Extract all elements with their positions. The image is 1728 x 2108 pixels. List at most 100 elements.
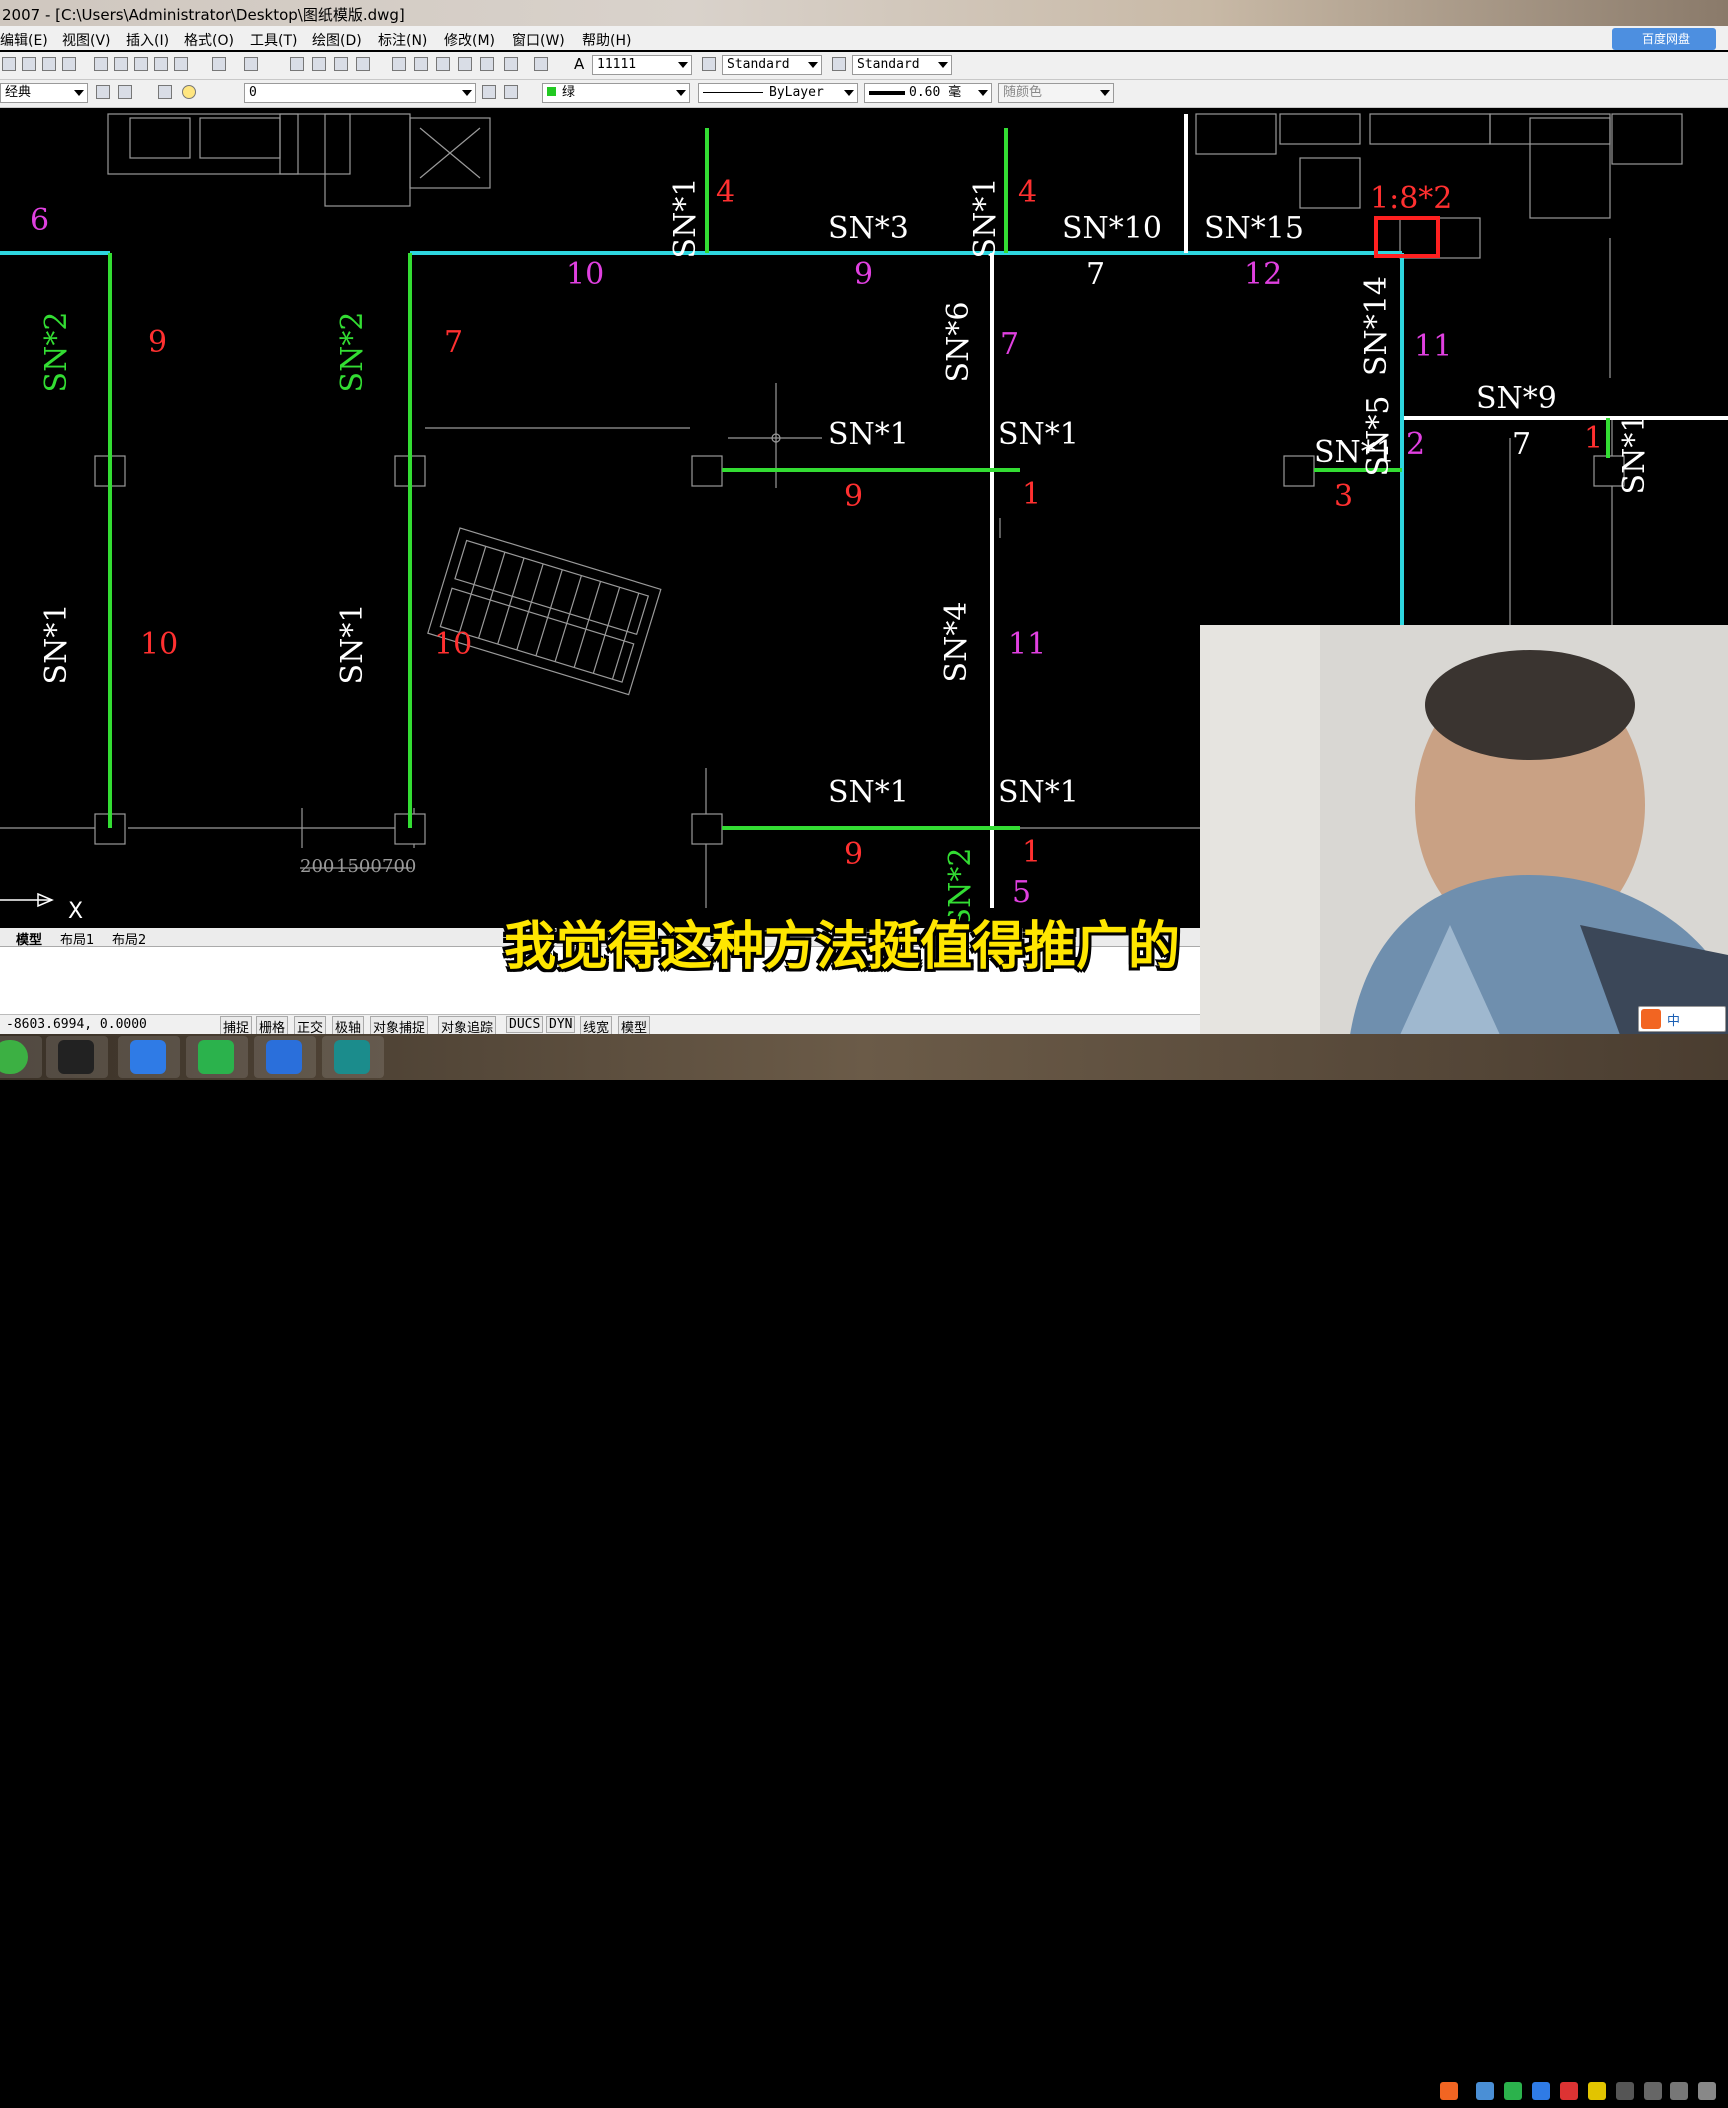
taskbar-app-wps[interactable]: [254, 1036, 316, 1078]
make-current-layer-icon[interactable]: [482, 85, 496, 99]
dim-style-select[interactable]: Standard: [852, 55, 952, 75]
app-tray-icon[interactable]: [1476, 2082, 1494, 2100]
layer-value: 0: [249, 85, 257, 100]
taskbar-app-wechat[interactable]: [186, 1036, 248, 1078]
cad-label: 1: [1584, 421, 1603, 456]
notification-tray-icon[interactable]: [1644, 2082, 1662, 2100]
sogou-icon: [1641, 1009, 1661, 1029]
display-tray-icon[interactable]: [1616, 2082, 1634, 2100]
cad-label: SN*14: [1359, 276, 1394, 376]
redo-icon[interactable]: [244, 57, 258, 71]
save-icon[interactable]: [22, 57, 36, 71]
cloud-badge[interactable]: 百度网盘: [1612, 28, 1716, 50]
text-style-icon: A: [574, 55, 585, 73]
cad-label: 1: [1022, 477, 1041, 512]
wechat-tray-icon[interactable]: [1504, 2082, 1522, 2100]
copy-icon[interactable]: [114, 57, 128, 71]
webcam-overlay: [1200, 625, 1728, 1035]
taskbar-app-camera[interactable]: [46, 1036, 108, 1078]
zoom-realtime-icon[interactable]: [312, 57, 326, 71]
menu-window[interactable]: 窗口(W): [512, 30, 565, 50]
table-style-icon: [832, 57, 846, 71]
calculator-icon[interactable]: [504, 57, 518, 71]
paste-icon[interactable]: [134, 57, 148, 71]
menu-help[interactable]: 帮助(H): [582, 30, 631, 50]
layer-manager-icon[interactable]: [158, 85, 172, 99]
lineweight-swatch: [869, 90, 905, 95]
cad-label: 1500: [336, 856, 382, 877]
dyn-toggle[interactable]: DYN: [546, 1016, 576, 1033]
linetype-swatch: [703, 92, 763, 93]
text-height-select[interactable]: 11111: [592, 55, 692, 75]
menu-draw[interactable]: 绘图(D): [312, 30, 362, 50]
plotstyle-select[interactable]: 随颜色: [998, 83, 1114, 103]
ime-mode-label: 中: [1667, 1014, 1681, 1029]
sheet-set-icon[interactable]: [458, 57, 472, 71]
menu-insert[interactable]: 插入(I): [126, 30, 169, 50]
network-icon[interactable]: [1670, 2082, 1688, 2100]
cad-label: SN*4: [939, 602, 974, 683]
menu-tools[interactable]: 工具(T): [250, 30, 297, 50]
sogou-tray-icon[interactable]: [1440, 2082, 1458, 2100]
cad-label: 2: [1406, 427, 1425, 462]
layer-previous-icon[interactable]: [504, 85, 518, 99]
cad-label: 3: [1334, 479, 1353, 514]
menu-edit[interactable]: 编辑(E): [0, 30, 48, 50]
publish-icon[interactable]: [62, 57, 76, 71]
cad-label: 7: [1086, 257, 1105, 292]
layer-select[interactable]: 0: [244, 83, 476, 103]
tool-palettes-icon[interactable]: [436, 57, 450, 71]
zoom-previous-icon[interactable]: [356, 57, 370, 71]
cad-label: 4: [1018, 175, 1037, 210]
cad-label: 6: [30, 203, 49, 238]
workspace-save-icon[interactable]: [118, 85, 132, 99]
color-value: 绿: [562, 85, 576, 100]
cad-label: 700: [382, 856, 416, 877]
taskbar-app-autocad[interactable]: [322, 1036, 384, 1078]
menu-dimension[interactable]: 标注(N): [378, 30, 427, 50]
zoom-window-icon[interactable]: [334, 57, 348, 71]
match-properties-icon[interactable]: [154, 57, 168, 71]
design-center-icon[interactable]: [414, 57, 428, 71]
cad-label: SN*1: [668, 178, 703, 259]
cloud-tray-icon[interactable]: [1532, 2082, 1550, 2100]
cad-label: 11: [1008, 627, 1046, 662]
security-tray-icon[interactable]: [1588, 2082, 1606, 2100]
browser-icon: [0, 1040, 28, 1074]
block-editor-icon[interactable]: [174, 57, 188, 71]
taskbar-app-browser[interactable]: [0, 1036, 42, 1078]
print-icon[interactable]: [42, 57, 56, 71]
ducs-toggle[interactable]: DUCS: [506, 1016, 544, 1033]
wps-icon: [266, 1040, 302, 1074]
pan-icon[interactable]: [290, 57, 304, 71]
lineweight-select[interactable]: 0.60 毫: [864, 83, 992, 103]
menu-modify[interactable]: 修改(M): [444, 30, 495, 50]
recorder-tray-icon[interactable]: [1560, 2082, 1578, 2100]
lightbulb-icon: [182, 85, 196, 99]
volume-icon[interactable]: [1698, 2082, 1716, 2100]
workspace-settings-icon[interactable]: [96, 85, 110, 99]
properties-toolbar: 经典 0 绿 ByLayer 0.60 毫 随颜色: [0, 80, 1728, 108]
video-camera-icon: [58, 1040, 94, 1074]
help-icon[interactable]: [534, 57, 548, 71]
properties-icon[interactable]: [392, 57, 406, 71]
color-select[interactable]: 绿: [542, 83, 690, 103]
video-subtitle: 我觉得这种方法挺值得推广的: [504, 917, 1181, 977]
dim-style-value: Standard: [857, 57, 920, 72]
cad-label: SN*6: [941, 302, 976, 383]
ime-toolbar[interactable]: 中: [1638, 1006, 1726, 1032]
taskbar-app-cloud[interactable]: [118, 1036, 180, 1078]
cloud-drive-icon: [130, 1040, 166, 1074]
undo-icon[interactable]: [212, 57, 226, 71]
cad-label: SN*1: [998, 417, 1079, 452]
linetype-select[interactable]: ByLayer: [698, 83, 858, 103]
cad-label: 9: [148, 325, 167, 360]
menu-view[interactable]: 视图(V): [62, 30, 111, 50]
cad-label: 7: [1512, 427, 1531, 462]
menu-format[interactable]: 格式(O): [184, 30, 234, 50]
cut-icon[interactable]: [94, 57, 108, 71]
text-style-select[interactable]: Standard: [722, 55, 822, 75]
markup-icon[interactable]: [480, 57, 494, 71]
workspace-select[interactable]: 经典: [0, 83, 88, 103]
open-icon[interactable]: [2, 57, 16, 71]
